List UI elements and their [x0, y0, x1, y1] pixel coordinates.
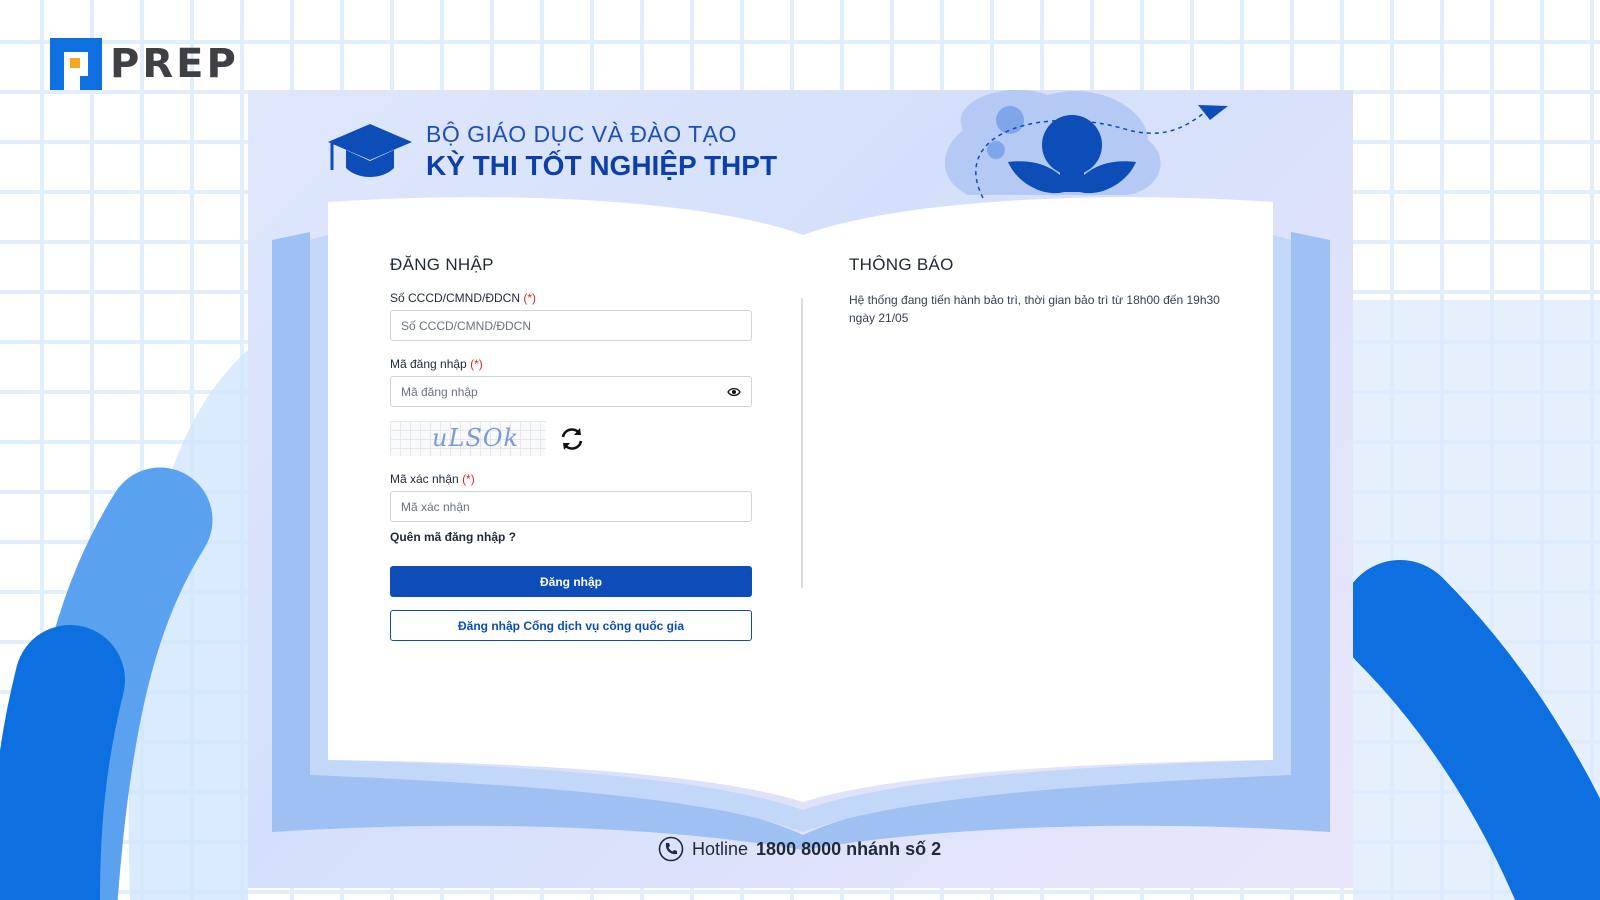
login-code-label: Mã đăng nhập (*) [390, 357, 483, 371]
column-divider [801, 298, 803, 588]
login-button[interactable]: Đăng nhập [390, 566, 752, 597]
login-code-input[interactable]: Mã đăng nhập [390, 376, 752, 407]
lightbulb-icon [944, 90, 1228, 199]
hotline-prefix: Hotline [692, 838, 749, 859]
verify-placeholder: Mã xác nhận [401, 499, 470, 514]
brand-name: PREP [110, 41, 239, 87]
login-form: ĐĂNG NHẬP Số CCCD/CMND/ĐDCN (*) Số CCCD/… [390, 255, 752, 641]
notice-text: Hệ thống đang tiến hành bảo trì, thời gi… [849, 293, 1220, 325]
id-number-input[interactable]: Số CCCD/CMND/ĐDCN [390, 310, 752, 341]
exam-name: KỲ THI TỐT NGHIỆP THPT [426, 149, 778, 181]
verify-code-label: Mã xác nhận (*) [390, 472, 475, 486]
verify-code-input[interactable]: Mã xác nhận [390, 491, 752, 522]
id-placeholder: Số CCCD/CMND/ĐDCN [401, 318, 532, 333]
exam-portal-frame: BỘ GIÁO DỤC VÀ ĐÀO TẠO KỲ THI TỐT NGHIỆP… [248, 90, 1353, 888]
captcha-row: uLSOk [390, 421, 752, 456]
phone-icon [658, 836, 684, 862]
captcha-text: uLSOk [432, 424, 520, 452]
prep-logo[interactable]: PREP [50, 38, 239, 90]
required-mark: (*) [523, 291, 537, 305]
required-mark: (*) [462, 472, 475, 486]
notice-title: THÔNG BÁO [849, 255, 954, 274]
hotline-number: 1800 8000 nhánh số 2 [756, 838, 942, 859]
book-pages: ĐĂNG NHẬP Số CCCD/CMND/ĐDCN (*) Số CCCD/… [328, 198, 1273, 764]
login-title: ĐĂNG NHẬP [390, 255, 494, 274]
refresh-icon[interactable] [558, 425, 586, 453]
national-portal-login-button[interactable]: Đăng nhập Cổng dịch vụ công quốc gia [390, 610, 752, 641]
captcha-image: uLSOk [390, 421, 546, 456]
ministry-name: BỘ GIÁO DỤC VÀ ĐÀO TẠO [426, 120, 737, 147]
exam-header: BỘ GIÁO DỤC VÀ ĐÀO TẠO KỲ THI TỐT NGHIỆP… [328, 120, 777, 182]
hotline: Hotline 1800 8000 nhánh số 2 [658, 836, 941, 862]
login-code-placeholder: Mã đăng nhập [401, 384, 478, 399]
prep-logo-icon [50, 38, 102, 90]
graduation-cap-icon [328, 124, 412, 177]
notice-panel: THÔNG BÁO Hệ thống đang tiến hành bảo tr… [849, 255, 1229, 327]
eye-icon[interactable] [727, 386, 741, 398]
required-mark: (*) [470, 357, 483, 371]
id-label: Số CCCD/CMND/ĐDCN (*) [390, 291, 537, 305]
forgot-code-link[interactable]: Quên mã đăng nhập ? [390, 530, 752, 544]
